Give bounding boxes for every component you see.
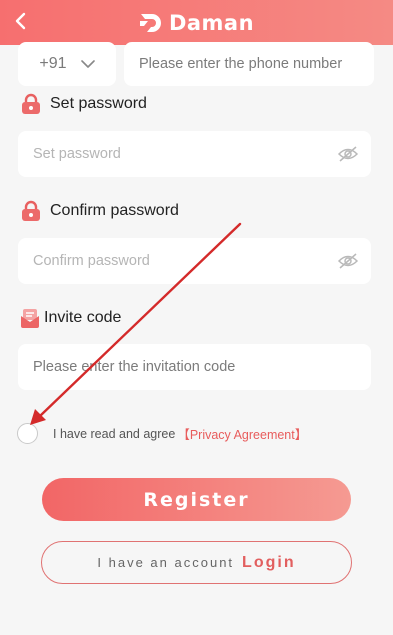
phone-field[interactable]	[124, 42, 374, 86]
privacy-agreement-row: I have read and agree 【Privacy Agreement…	[17, 423, 307, 444]
login-link: Login	[242, 553, 296, 571]
chevron-left-icon	[15, 12, 26, 30]
lock-icon	[22, 93, 40, 114]
confirm-password-field[interactable]	[18, 238, 371, 284]
phone-input[interactable]	[139, 56, 374, 72]
invite-code-label-text: Invite code	[44, 309, 122, 326]
country-code-value: +91	[39, 55, 67, 72]
back-button[interactable]	[8, 8, 34, 34]
agreement-text: I have read and agree	[53, 426, 176, 441]
invite-code-label: Invite code	[20, 306, 121, 330]
eye-off-icon[interactable]	[337, 143, 359, 165]
brand-logo: Daman	[139, 11, 254, 35]
invite-code-field[interactable]	[18, 344, 371, 390]
brand-name: Daman	[168, 10, 255, 35]
invite-code-input[interactable]	[33, 359, 371, 375]
set-password-input[interactable]	[33, 146, 337, 162]
invitation-icon	[21, 309, 39, 328]
register-button[interactable]: Register	[42, 478, 351, 521]
country-code-select[interactable]: +91	[18, 42, 116, 86]
login-prompt: I have an account	[97, 555, 235, 570]
lock-icon	[22, 200, 40, 221]
confirm-password-label-text: Confirm password	[50, 202, 179, 219]
set-password-label: Set password	[20, 92, 147, 116]
agreement-checkbox[interactable]	[17, 423, 38, 444]
eye-off-icon[interactable]	[337, 250, 359, 272]
confirm-password-label: Confirm password	[20, 199, 179, 223]
confirm-password-input[interactable]	[33, 253, 337, 269]
d-logo-icon	[139, 13, 161, 32]
set-password-field[interactable]	[18, 131, 371, 177]
set-password-label-text: Set password	[50, 95, 147, 112]
app-header: Daman	[0, 0, 393, 45]
chevron-down-icon	[80, 59, 95, 68]
privacy-agreement-link[interactable]: 【Privacy Agreement】	[177, 424, 307, 443]
login-button[interactable]: I have an account Login	[41, 541, 352, 584]
